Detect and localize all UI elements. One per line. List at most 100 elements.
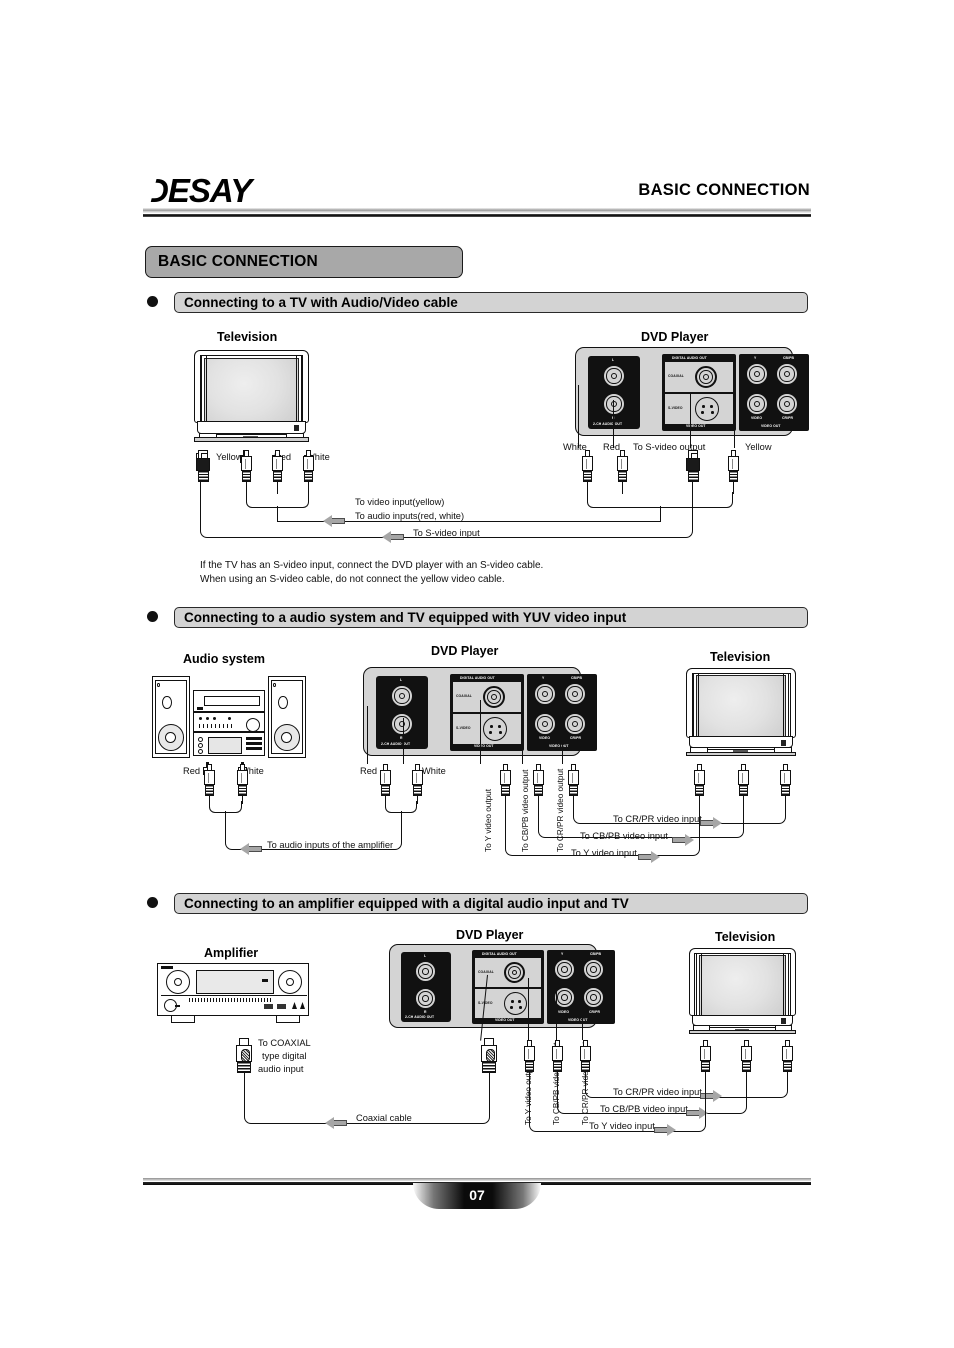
section-2-caption-dvd-player: DVD Player bbox=[431, 644, 499, 658]
s3-arrow-coax bbox=[325, 1117, 347, 1129]
s3-comp-wire-y-dst bbox=[705, 1072, 706, 1120]
section-1-caption-dvd-player: DVD Player bbox=[641, 330, 709, 344]
s3-label-audio-l: L bbox=[424, 954, 427, 958]
s3-audio-out-block: L R 2-CH AUDIO OUT bbox=[401, 952, 451, 1022]
s2-connection-label-y-input: To Y video input bbox=[571, 848, 637, 858]
s3-jack-coaxial bbox=[504, 962, 525, 983]
s2-stereo-deck-top bbox=[193, 690, 265, 712]
logo-text: DESAY bbox=[145, 172, 252, 209]
s3-connection-label-cbpb-input: To CB/PB video input bbox=[600, 1104, 688, 1114]
s3-jack-audio-l bbox=[414, 960, 437, 983]
s1-digital-video-block: DIGITAL AUDIO OUT COAXIAL S-VIDEO VIDEO … bbox=[662, 354, 736, 431]
s3-jack-cbpb bbox=[582, 958, 605, 981]
s2-stereo-deck-bottom bbox=[193, 732, 265, 756]
s1-connection-label-audio-inputs: To audio inputs(red, white) bbox=[355, 511, 465, 521]
s1-jack-coaxial bbox=[695, 366, 717, 388]
s1-tv-plug-label-yellow: Yellow bbox=[216, 452, 243, 462]
s3-amp-foot-left bbox=[171, 1016, 195, 1023]
s2-digital-video-block: DIGITAL AUDIO OUT COAXIAL S-VIDEO VIDEO … bbox=[450, 674, 524, 751]
section-2-dvd-rear-panel: L R 2-CH AUDIO OUT DIGITAL AUDIO OUT COA… bbox=[363, 667, 597, 756]
section-3-caption-television: Television bbox=[715, 930, 776, 944]
s2-label-coaxial: COAXIAL bbox=[456, 694, 472, 698]
s3-amp-knob-right bbox=[278, 970, 302, 994]
s2-jack-video bbox=[533, 712, 557, 736]
s1-svideo-area: S-VIDEO bbox=[665, 394, 733, 424]
s1-connection-label-svideo-input: To S-video input bbox=[413, 528, 480, 538]
s1-label-digital-group: DIGITAL AUDIO OUT bbox=[672, 356, 707, 360]
header-rule-dark bbox=[143, 214, 811, 217]
s3-amp-foot-right bbox=[276, 1016, 300, 1023]
s1-note-line-2: When using an S-video cable, do not conn… bbox=[200, 574, 505, 585]
s2-label-cbpb: CB/PB bbox=[571, 676, 583, 680]
s1-leader-yellow bbox=[734, 398, 736, 448]
section-1-dvd-rear-panel: L R 2-CH AUDIO OUT DIGITAL AUDIO OUT COA… bbox=[575, 347, 809, 436]
section-3-dvd-rear-panel: L R 2-CH AUDIO OUT DIGITAL AUDIO OUT COA… bbox=[389, 944, 615, 1028]
s1-label-svideo: S-VIDEO bbox=[668, 406, 683, 410]
s1-dvd-plug-label-white: White bbox=[563, 442, 587, 452]
s2-jack-y bbox=[533, 682, 557, 706]
s2-dvd-audio-plug-label-red: Red bbox=[360, 766, 378, 776]
s2-label-svideo: S-VIDEO bbox=[456, 726, 471, 730]
s3-coax-label-line-2: type digital bbox=[262, 1051, 307, 1061]
s3-label-y: Y bbox=[561, 952, 564, 956]
s3-amplifier-body bbox=[157, 963, 309, 1016]
s3-label-digital-group: DIGITAL AUDIO OUT bbox=[482, 952, 517, 956]
s3-coaxial-area: COAXIAL bbox=[475, 958, 541, 987]
s3-connection-label-y-input: To Y video input bbox=[589, 1121, 655, 1131]
s3-arrow-y bbox=[654, 1124, 676, 1136]
s2-leader-audio-l bbox=[403, 718, 405, 764]
s2-comp-wire-y-src bbox=[505, 796, 506, 844]
s3-comp-wire-y-src bbox=[529, 1072, 530, 1120]
s2-connection-label-audio-inputs: To audio inputs of the amplifier bbox=[267, 840, 394, 850]
page-header: DESAY BASIC CONNECTION bbox=[143, 172, 810, 212]
s1-label-cbpb: CB/PB bbox=[783, 356, 795, 360]
s1-component-video-block: Y CB/PB VIDEO CR/PR VIDEO OUT bbox=[739, 354, 809, 431]
s2-label-audio-group: 2-CH AUDIO OUT bbox=[381, 742, 411, 746]
s2-dvd-audio-plug-label-white: White bbox=[422, 766, 446, 776]
section-2-television-graphic bbox=[686, 668, 796, 760]
s1-label-video-out-right: VIDEO OUT bbox=[761, 424, 781, 428]
s1-jack-y bbox=[745, 362, 769, 386]
s3-connection-label-coaxial-cable: Coaxial cable bbox=[356, 1113, 412, 1123]
s3-coax-label-line-3: audio input bbox=[258, 1064, 304, 1074]
s2-label-crpr: CR/PR bbox=[570, 736, 582, 740]
s1-label-video: VIDEO bbox=[751, 416, 763, 420]
s1-jack-crpr bbox=[775, 392, 799, 416]
s2-stereo-deck-mid bbox=[193, 712, 265, 732]
s2-leader-y bbox=[480, 700, 482, 764]
s1-arrow-svideo bbox=[382, 531, 404, 543]
section-2-bullet bbox=[147, 611, 158, 622]
s1-label-coaxial: COAXIAL bbox=[668, 374, 684, 378]
manual-page: DESAY BASIC CONNECTION BASIC CONNECTION … bbox=[0, 0, 954, 1348]
s3-jack-crpr bbox=[582, 986, 605, 1009]
desay-logo: DESAY bbox=[143, 172, 252, 210]
s2-jack-coaxial bbox=[483, 686, 505, 708]
s2-jack-audio-r bbox=[390, 712, 414, 736]
page-number-badge: 07 bbox=[413, 1183, 541, 1209]
s1-leader-white bbox=[578, 385, 580, 448]
s1-leader-red bbox=[613, 400, 615, 448]
s2-leader-crpr bbox=[562, 724, 564, 764]
s3-label-cbpb: CB/PB bbox=[590, 952, 602, 956]
s1-dvd-plug-label-red: Red bbox=[603, 442, 621, 452]
s1-label-audio-l: L bbox=[612, 358, 615, 362]
s1-leader-svideo bbox=[690, 394, 692, 448]
s2-jack-audio-l bbox=[390, 684, 414, 708]
s2-comp-wire-y-dst bbox=[699, 796, 700, 844]
s3-label-audio-r: R bbox=[424, 1010, 427, 1014]
section-2-heading: Connecting to a audio system and TV equi… bbox=[184, 610, 627, 625]
s3-label-crpr: CR/PR bbox=[589, 1010, 601, 1014]
s2-label-digital-group: DIGITAL AUDIO OUT bbox=[460, 676, 495, 680]
s1-label-crpr: CR/PR bbox=[782, 416, 794, 420]
s3-leader-y bbox=[528, 978, 530, 1040]
s1-jack-audio-l bbox=[602, 364, 626, 388]
s1-wire-yellow-right bbox=[733, 482, 734, 494]
s2-audio-wire-r2 bbox=[417, 796, 418, 804]
s3-jack-svideo bbox=[504, 992, 527, 1015]
section-3-bullet bbox=[147, 897, 158, 908]
s1-jack-svideo bbox=[695, 397, 719, 421]
s1-jack-video bbox=[745, 392, 769, 416]
section-2-caption-audio-system: Audio system bbox=[183, 652, 265, 666]
s3-leader-cbpb bbox=[556, 978, 558, 1040]
s3-coax-label-line-1: To COAXIAL bbox=[258, 1038, 311, 1048]
